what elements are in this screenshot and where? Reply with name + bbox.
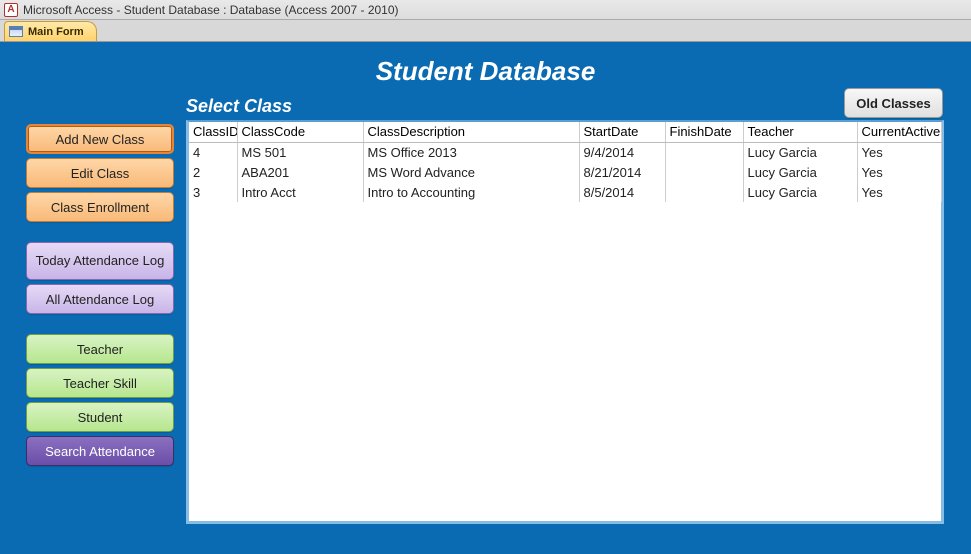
class-enrollment-button[interactable]: Class Enrollment [26,192,174,222]
col-header-startdate[interactable]: StartDate [579,122,665,142]
edit-class-button[interactable]: Edit Class [26,158,174,188]
page-title: Student Database [0,56,971,87]
cell-classid: 4 [189,142,237,162]
today-attendance-log-button[interactable]: Today Attendance Log [26,242,174,280]
col-header-teacher[interactable]: Teacher [743,122,857,142]
grid-header-row: ClassID ClassCode ClassDescription Start… [189,122,941,142]
cell-currentactive: Yes [857,162,941,182]
cell-classid: 2 [189,162,237,182]
cell-startdate: 9/4/2014 [579,142,665,162]
sidebar: Add New Class Edit Class Class Enrollmen… [26,124,174,466]
table-row[interactable]: 4 MS 501 MS Office 2013 9/4/2014 Lucy Ga… [189,142,941,162]
cell-finishdate [665,162,743,182]
form-body: Student Database Select Class Old Classe… [0,42,971,554]
col-header-classdescription[interactable]: ClassDescription [363,122,579,142]
cell-startdate: 8/5/2014 [579,182,665,202]
tab-main-form[interactable]: Main Form [4,21,97,41]
cell-classdescription: MS Word Advance [363,162,579,182]
search-attendance-button[interactable]: Search Attendance [26,436,174,466]
window-titlebar: A Microsoft Access - Student Database : … [0,0,971,20]
cell-teacher: Lucy Garcia [743,182,857,202]
access-app-icon: A [4,3,18,17]
cell-teacher: Lucy Garcia [743,162,857,182]
cell-classcode: ABA201 [237,162,363,182]
cell-classdescription: Intro to Accounting [363,182,579,202]
section-label-select-class: Select Class [186,96,292,117]
cell-finishdate [665,182,743,202]
add-new-class-button[interactable]: Add New Class [26,124,174,154]
cell-startdate: 8/21/2014 [579,162,665,182]
tab-label: Main Form [28,26,84,38]
col-header-classcode[interactable]: ClassCode [237,122,363,142]
cell-teacher: Lucy Garcia [743,142,857,162]
cell-currentactive: Yes [857,142,941,162]
window-title: Microsoft Access - Student Database : Da… [23,3,399,17]
old-classes-button[interactable]: Old Classes [844,88,943,118]
tab-strip: Main Form [0,20,971,42]
form-icon [9,26,23,37]
cell-classid: 3 [189,182,237,202]
teacher-skill-button[interactable]: Teacher Skill [26,368,174,398]
all-attendance-log-button[interactable]: All Attendance Log [26,284,174,314]
table-row[interactable]: 2 ABA201 MS Word Advance 8/21/2014 Lucy … [189,162,941,182]
cell-classdescription: MS Office 2013 [363,142,579,162]
col-header-classid[interactable]: ClassID [189,122,237,142]
teacher-button[interactable]: Teacher [26,334,174,364]
cell-classcode: MS 501 [237,142,363,162]
table-row[interactable]: 3 Intro Acct Intro to Accounting 8/5/201… [189,182,941,202]
cell-finishdate [665,142,743,162]
class-grid[interactable]: ClassID ClassCode ClassDescription Start… [186,120,944,524]
student-button[interactable]: Student [26,402,174,432]
col-header-finishdate[interactable]: FinishDate [665,122,743,142]
cell-classcode: Intro Acct [237,182,363,202]
cell-currentactive: Yes [857,182,941,202]
col-header-currentactive[interactable]: CurrentActive [857,122,941,142]
